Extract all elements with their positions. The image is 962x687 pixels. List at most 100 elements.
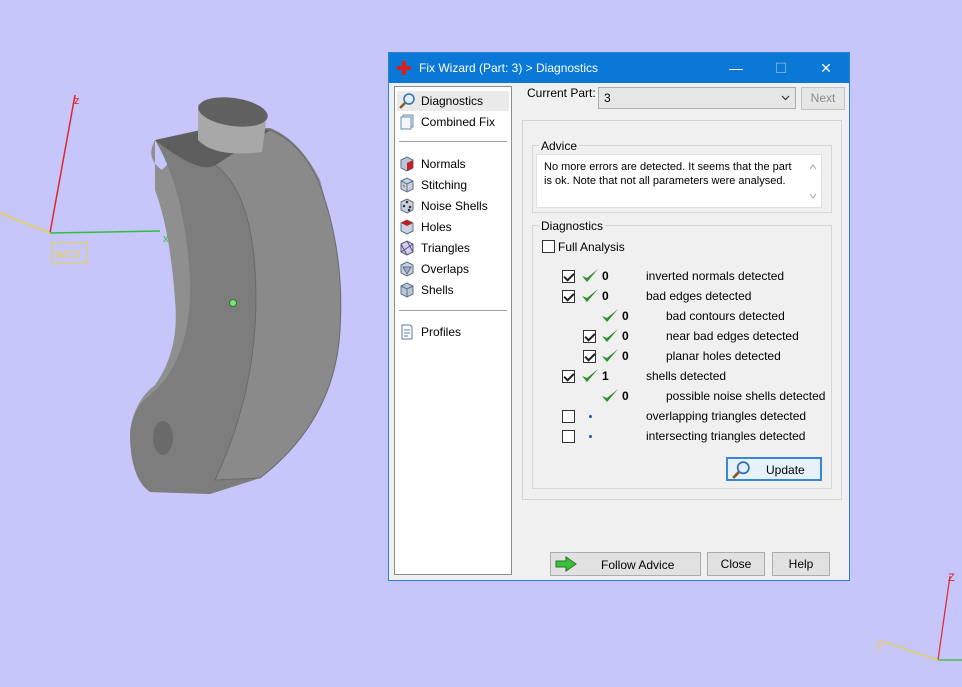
status-dot-icon xyxy=(589,415,592,418)
arrow-right-icon xyxy=(555,556,577,572)
nav-item-label: Stitching xyxy=(421,178,468,192)
magnifier-icon xyxy=(399,93,415,109)
diagnostic-checkbox[interactable] xyxy=(562,290,575,303)
green-check-icon xyxy=(602,309,618,322)
corner-axis-y-label: Y xyxy=(876,642,884,654)
wcs-axes: z x WCS xyxy=(0,94,169,264)
diagnostic-checkbox[interactable] xyxy=(562,370,575,383)
nav-item-label: Shells xyxy=(421,283,454,297)
nav-item-label: Diagnostics xyxy=(421,94,484,108)
nav-item-label: Profiles xyxy=(421,325,462,339)
red-cross-icon xyxy=(397,61,411,75)
diagnostic-count: 0 xyxy=(622,389,629,403)
full-analysis-label: Full Analysis xyxy=(558,240,625,254)
current-part-label: Current Part: xyxy=(527,86,596,100)
nav-item-label: Combined Fix xyxy=(421,115,496,129)
diagnostic-count: 1 xyxy=(602,369,609,383)
nav-item-diagnostics[interactable]: Diagnostics xyxy=(397,91,509,111)
profile-document-icon xyxy=(401,324,413,340)
diagnostic-checkbox[interactable] xyxy=(562,270,575,283)
green-check-icon xyxy=(602,349,618,362)
close-button[interactable]: Close xyxy=(707,552,765,576)
nav-item-label: Noise Shells xyxy=(421,199,488,213)
green-check-icon xyxy=(602,389,618,402)
follow-advice-label: Follow Advice xyxy=(601,558,675,572)
follow-advice-button[interactable]: Follow Advice xyxy=(550,552,701,576)
nav-separator xyxy=(399,141,507,142)
overlaps-cube-icon xyxy=(400,261,414,277)
window-title: Fix Wizard (Part: 3) > Diagnostics xyxy=(419,61,599,75)
nav-item-label: Holes xyxy=(421,220,452,234)
wcs-label: WCS xyxy=(55,249,81,261)
diagnostic-checkbox[interactable] xyxy=(562,430,575,443)
diagnostic-label: near bad edges detected xyxy=(666,329,799,343)
nav-item-combined-fix[interactable]: Combined Fix xyxy=(397,112,509,132)
stitching-cube-icon xyxy=(400,177,414,193)
corner-axis-z-label: Z xyxy=(948,572,955,584)
diagnostic-label: bad contours detected xyxy=(666,309,785,323)
maximize-button[interactable]: ☐ xyxy=(758,53,804,83)
nav-item-label: Normals xyxy=(421,157,466,171)
diagnostic-checkbox[interactable] xyxy=(562,410,575,423)
current-part-value: 3 xyxy=(604,91,611,105)
nav-item-label: Overlaps xyxy=(421,262,470,276)
diagnostic-checkbox[interactable] xyxy=(583,330,596,343)
update-button[interactable]: Update xyxy=(726,457,822,481)
green-check-icon xyxy=(582,369,598,382)
holes-cube-icon xyxy=(400,219,414,235)
nav-item-noise-shells[interactable]: Noise Shells xyxy=(397,196,509,216)
diagnostic-label: possible noise shells detected xyxy=(666,389,826,403)
close-window-button[interactable]: ✕ xyxy=(803,53,849,83)
nav-item-normals[interactable]: Normals xyxy=(397,154,509,174)
nav-item-overlaps[interactable]: Overlaps xyxy=(397,259,509,279)
magnifier-icon xyxy=(732,461,750,479)
3d-part[interactable] xyxy=(130,93,342,494)
stack-icon xyxy=(400,114,414,130)
nav-separator xyxy=(399,310,507,311)
diagnostic-count: 0 xyxy=(602,289,609,303)
status-dot-icon xyxy=(589,435,592,438)
nav-item-shells[interactable]: Shells xyxy=(397,280,509,300)
scroll-down-icon[interactable] xyxy=(809,193,817,199)
shells-cube-icon xyxy=(400,282,414,298)
triangles-cube-icon xyxy=(400,240,414,256)
next-button[interactable]: Next xyxy=(801,87,845,110)
minimize-button[interactable]: — xyxy=(713,53,759,83)
diagnostic-checkbox[interactable] xyxy=(583,350,596,363)
nav-item-profiles[interactable]: Profiles xyxy=(397,322,509,342)
diagnostic-count: 0 xyxy=(622,309,629,323)
advice-text-line2: is ok. Note that not all parameters were… xyxy=(544,175,786,187)
diagnostic-label: bad edges detected xyxy=(646,289,752,303)
scroll-up-icon[interactable] xyxy=(809,164,817,170)
diagnostic-count: 0 xyxy=(602,269,609,283)
title-bar[interactable]: Fix Wizard (Part: 3) > Diagnostics — ☐ ✕ xyxy=(389,53,849,83)
diagnostic-label: shells detected xyxy=(646,369,727,383)
diagnostics-group-title: Diagnostics xyxy=(539,219,606,233)
nav-item-holes[interactable]: Holes xyxy=(397,217,509,237)
diagnostic-label: planar holes detected xyxy=(666,349,781,363)
current-part-select[interactable]: 3 xyxy=(598,87,796,109)
diagnostic-count: 0 xyxy=(622,329,629,343)
green-check-icon xyxy=(582,269,598,282)
corner-axes: Z Y xyxy=(876,572,962,661)
advice-textbox[interactable]: No more errors are detected. It seems th… xyxy=(536,154,822,208)
diagnostic-label: inverted normals detected xyxy=(646,269,785,283)
nav-item-triangles[interactable]: Triangles xyxy=(397,238,509,258)
diagnostic-label: intersecting triangles detected xyxy=(646,429,806,443)
axis-z-label: z xyxy=(74,95,80,107)
normals-cube-icon xyxy=(400,156,414,172)
green-check-icon xyxy=(602,329,618,342)
diagnostic-label: overlapping triangles detected xyxy=(646,409,807,423)
advice-text-line1: No more errors are detected. It seems th… xyxy=(544,161,792,173)
nav-item-stitching[interactable]: Stitching xyxy=(397,175,509,195)
nav-item-label: Triangles xyxy=(421,241,470,255)
green-check-icon xyxy=(582,289,598,302)
wizard-step-list: Diagnostics Combined Fix Normals Stitchi… xyxy=(394,86,512,575)
diagnostic-count: 0 xyxy=(622,349,629,363)
noise-shells-cube-icon xyxy=(400,198,414,214)
chevron-down-icon xyxy=(781,95,790,101)
help-button[interactable]: Help xyxy=(772,552,830,576)
update-label: Update xyxy=(766,463,805,477)
full-analysis-checkbox[interactable] xyxy=(542,240,555,253)
advice-group-title: Advice xyxy=(539,139,580,153)
